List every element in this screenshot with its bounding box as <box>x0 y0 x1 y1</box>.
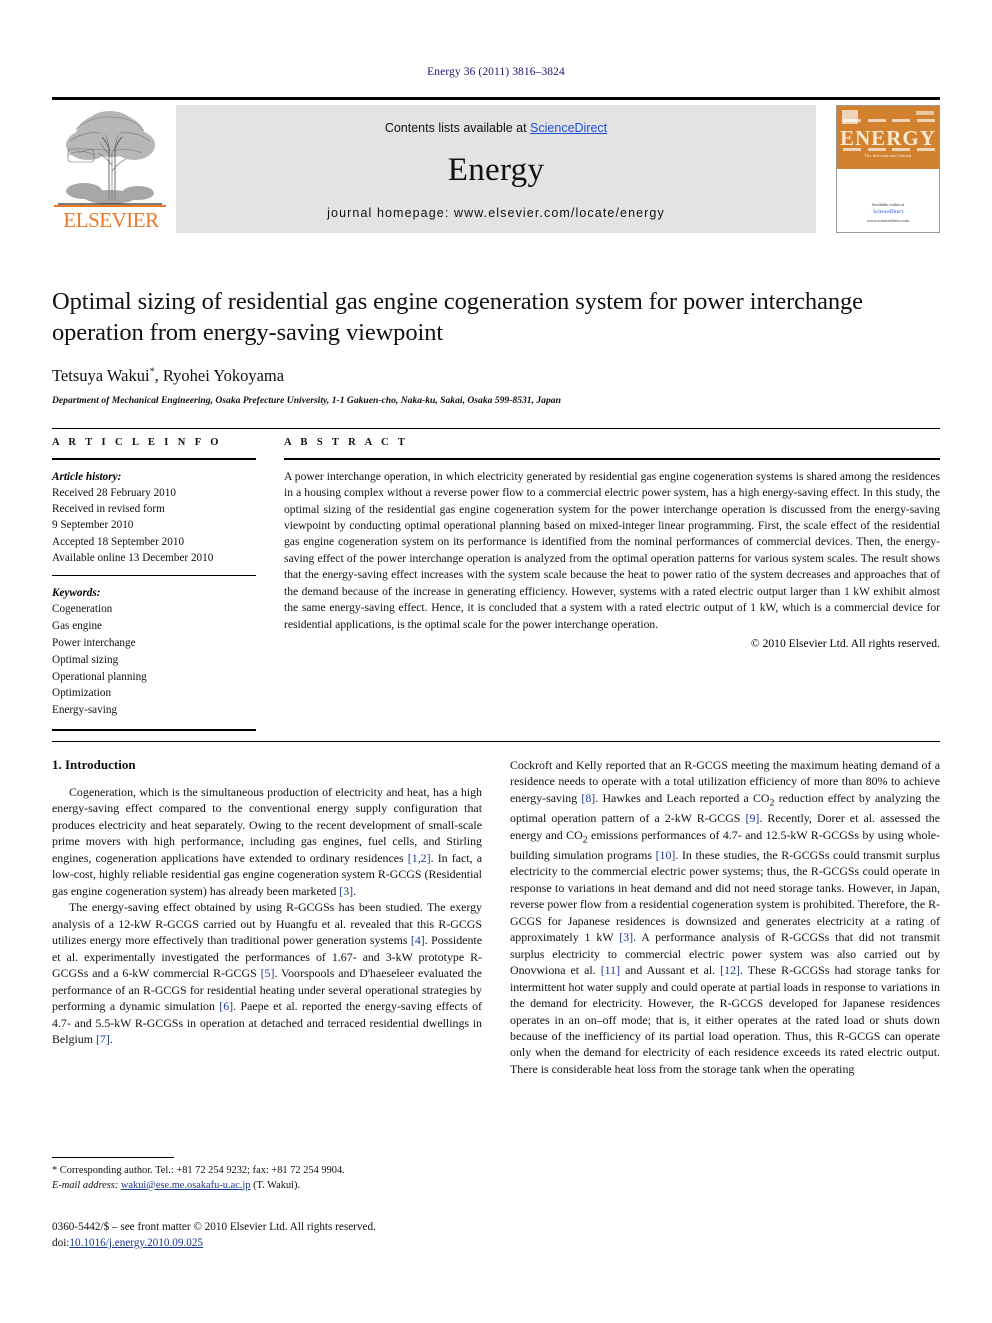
abstract-heading: A B S T R A C T <box>284 437 409 448</box>
citation-ref[interactable]: [3] <box>619 930 633 944</box>
article-history-item: Available online 13 December 2010 <box>52 551 214 564</box>
keyword-item: Optimization <box>52 687 112 700</box>
paragraph: Cogeneration, which is the simultaneous … <box>52 785 482 898</box>
keyword-item: Operational planning <box>52 670 147 683</box>
running-head: Energy 36 (2011) 3816–3824 <box>427 66 565 78</box>
cover-subtitle: The International Journal <box>864 153 912 158</box>
author-list: Tetsuya Wakui*, Ryohei Yokoyama <box>52 366 940 386</box>
imprint-block: 0360-5442/$ – see front matter © 2010 El… <box>52 1220 492 1252</box>
body-right-column: Cockroft and Kelly reported that an R-GC… <box>510 757 940 1077</box>
doi-link[interactable]: 10.1016/j.energy.2010.09.025 <box>69 1237 203 1249</box>
info-abstract-band: A R T I C L E I N F O Article history: R… <box>52 428 940 743</box>
elsevier-wordmark: ELSEVIER <box>63 208 159 232</box>
article-info-column: A R T I C L E I N F O Article history: R… <box>52 437 284 731</box>
article-history-label: Article history: <box>52 470 122 483</box>
keyword-item: Cogeneration <box>52 603 113 616</box>
author-first: Tetsuya Wakui <box>52 366 150 386</box>
author-rest: , Ryohei Yokoyama <box>154 366 285 386</box>
citation-ref[interactable]: [8] <box>581 791 595 805</box>
cover-issn-strip <box>916 111 934 115</box>
masthead-center-panel: Contents lists available at ScienceDirec… <box>176 105 816 233</box>
imprint-doi-line: doi:10.1016/j.energy.2010.09.025 <box>52 1236 492 1252</box>
doi-label: doi: <box>52 1236 70 1249</box>
article-history-item: Accepted 18 September 2010 <box>52 535 185 548</box>
article-info-rule-bottom <box>52 728 256 731</box>
abstract-copyright: © 2010 Elsevier Ltd. All rights reserved… <box>750 637 940 651</box>
keyword-item: Power interchange <box>52 636 136 649</box>
cover-footer-line2: www.sciencedirect.com <box>867 217 909 223</box>
title-area: Optimal sizing of residential gas engine… <box>52 286 940 406</box>
band-bottom-rule <box>52 740 940 743</box>
cover-topic-row-2 <box>843 148 935 151</box>
article-title: Optimal sizing of residential gas engine… <box>52 288 863 347</box>
abstract-rule-top <box>284 458 940 460</box>
abstract-text: A power interchange operation, in which … <box>284 469 940 631</box>
paper-page: Energy 36 (2011) 3816–3824 ELSEVIER Cont… <box>0 0 992 1323</box>
citation-ref[interactable]: [3] <box>339 884 353 898</box>
article-info-heading: A R T I C L E I N F O <box>52 437 222 448</box>
citation-ref[interactable]: [12] <box>720 963 740 977</box>
cover-footer: Available online at ScienceDirect www.sc… <box>837 201 939 224</box>
contents-available-line: Contents lists available at ScienceDirec… <box>176 121 816 135</box>
cover-footer-line1: Available online at <box>871 202 905 208</box>
citation-ref[interactable]: [11] <box>601 963 620 977</box>
cover-orange-band: ENERGY The International Journal <box>837 106 939 169</box>
journal-cover-thumbnail: ENERGY The International Journal Availab… <box>836 105 940 233</box>
cover-topic-row-1 <box>843 119 935 122</box>
elsevier-logo-rule <box>54 205 166 207</box>
imprint-front-matter: 0360-5442/$ – see front matter © 2010 El… <box>52 1221 376 1233</box>
paragraph: Cockroft and Kelly reported that an R-GC… <box>510 758 941 1076</box>
citation-ref[interactable]: [5] <box>261 966 275 980</box>
keyword-item: Optimal sizing <box>52 653 119 666</box>
article-history-item: Received in revised form <box>52 503 165 516</box>
journal-masthead: ELSEVIER Contents lists available at Sci… <box>52 97 940 237</box>
keywords-label: Keywords: <box>52 587 101 600</box>
keyword-item: Gas engine <box>52 620 103 633</box>
affiliation: Department of Mechanical Engineering, Os… <box>52 395 561 407</box>
elsevier-logo: ELSEVIER <box>52 105 170 233</box>
citation-ref[interactable]: [6] <box>219 999 233 1013</box>
email-suffix: (T. Wakui). <box>250 1179 301 1191</box>
citation-ref[interactable]: [4] <box>411 933 425 947</box>
journal-homepage-line[interactable]: journal homepage: www.elsevier.com/locat… <box>176 206 816 220</box>
sciencedirect-link[interactable]: ScienceDirect <box>530 121 607 135</box>
body-columns: 1. Introduction Cogeneration, which is t… <box>52 757 940 1077</box>
footnote-block: * Corresponding author. Tel.: +81 72 254… <box>52 1157 482 1193</box>
article-info-rule-mid <box>52 575 256 577</box>
abstract-column: A B S T R A C T A power interchange oper… <box>284 437 940 731</box>
cover-sciencedirect-badge: ScienceDirect <box>872 209 904 216</box>
contents-prefix: Contents lists available at <box>384 121 531 135</box>
article-info-rule-top <box>52 458 256 460</box>
email-label: E-mail address: <box>52 1179 119 1191</box>
citation-ref[interactable]: [7] <box>96 1032 110 1046</box>
paragraph: The energy-saving effect obtained by usi… <box>52 900 483 1047</box>
body-left-column: 1. Introduction Cogeneration, which is t… <box>52 757 482 1077</box>
masthead-top-rule <box>52 97 940 100</box>
elsevier-tree-icon <box>58 111 162 205</box>
article-history-item: Received 28 February 2010 <box>52 486 176 499</box>
email-link[interactable]: wakui@ese.me.osakafu-u.ac.jp <box>121 1180 251 1191</box>
citation-ref[interactable]: [9] <box>746 811 760 825</box>
corresponding-author-note: * Corresponding author. Tel.: +81 72 254… <box>52 1165 345 1176</box>
band-top-rule <box>52 428 940 429</box>
section-title-introduction: 1. Introduction <box>52 757 136 772</box>
email-note: E-mail address: wakui@ese.me.osakafu-u.a… <box>52 1179 482 1194</box>
keyword-item: Energy-saving <box>52 704 118 717</box>
citation-ref[interactable]: [1,2] <box>408 851 431 865</box>
citation-ref[interactable]: [10] <box>656 848 676 862</box>
journal-title: Energy <box>447 152 545 188</box>
article-history-item: 9 September 2010 <box>52 519 134 532</box>
footnote-rule <box>52 1157 174 1158</box>
